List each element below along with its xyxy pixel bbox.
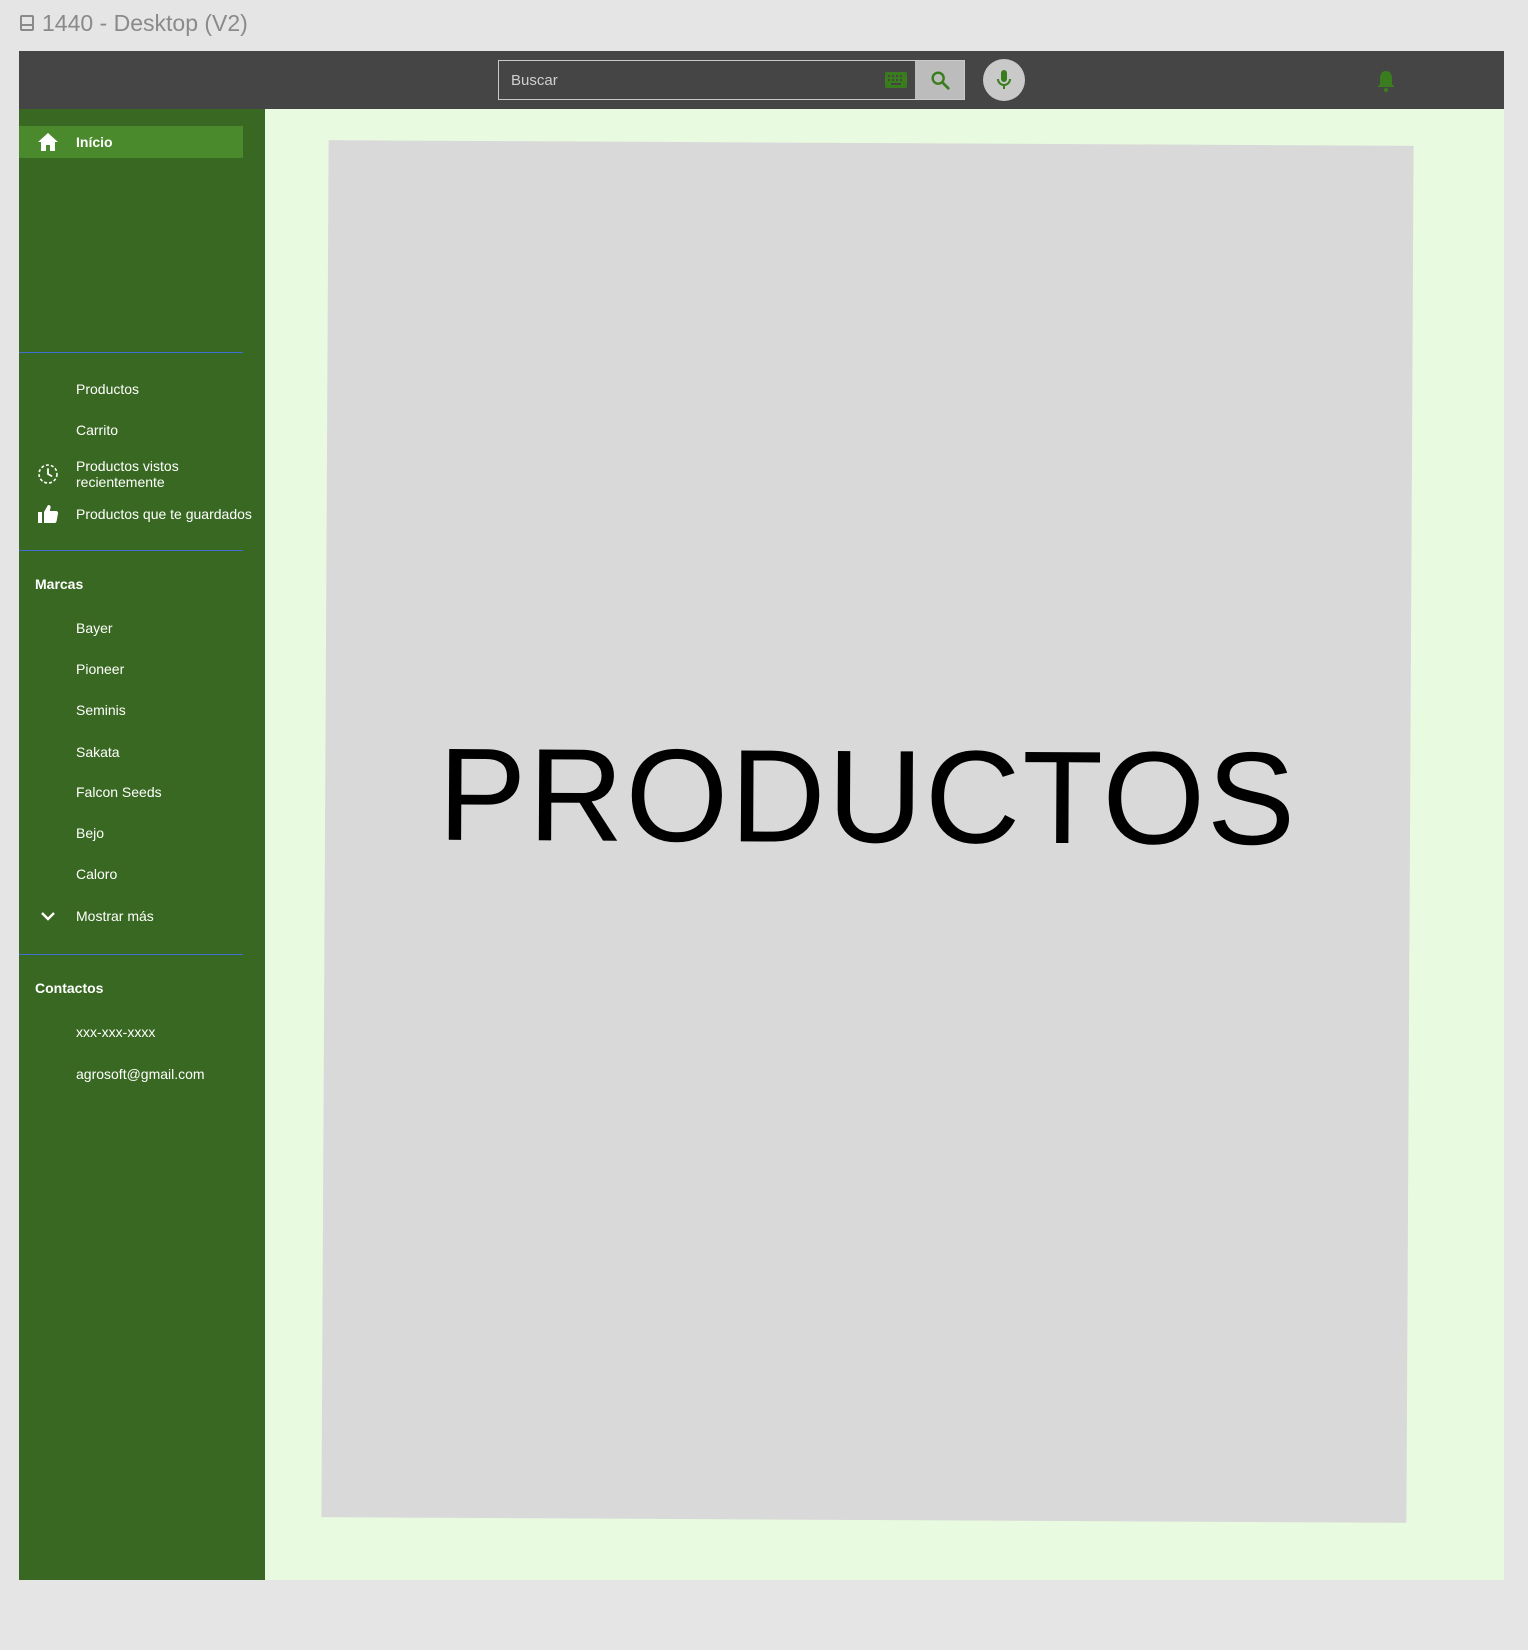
brand-label: Seminis	[76, 702, 126, 718]
bell-icon[interactable]	[1375, 69, 1397, 93]
sidebar-item-label: Productos	[76, 381, 140, 397]
brand-label: Bayer	[76, 620, 113, 636]
keyboard-icon[interactable]	[885, 72, 907, 88]
sidebar-item-home[interactable]: Início	[19, 126, 243, 158]
home-icon	[36, 130, 60, 154]
search-box	[498, 60, 965, 100]
brand-item[interactable]: Pioneer	[19, 653, 265, 685]
divider	[19, 954, 243, 955]
brand-item[interactable]: Caloro	[19, 858, 265, 890]
sidebar-item-label: Carrito	[76, 422, 119, 438]
divider	[19, 550, 243, 551]
brand-item[interactable]: Seminis	[19, 694, 265, 726]
products-placeholder-card: PRODUCTOS	[321, 140, 1414, 1523]
sidebar-item-label: Productos vistos recientemente	[76, 458, 179, 490]
brand-item[interactable]: Bejo	[19, 817, 265, 849]
main-content: PRODUCTOS	[265, 109, 1504, 1580]
sidebar-item-label: Início	[76, 134, 113, 150]
thumbs-up-icon	[36, 502, 60, 526]
contact-email[interactable]: agrosoft@gmail.com	[19, 1058, 265, 1090]
show-more-button[interactable]: Mostrar más	[19, 900, 265, 932]
frame-label: 1440 - Desktop (V2)	[20, 8, 248, 38]
sidebar-item-label: Productos que te guardados	[76, 506, 252, 522]
frame-icon	[20, 15, 34, 31]
brand-label: Pioneer	[76, 661, 125, 677]
sidebar-item-productos[interactable]: Productos	[19, 373, 265, 405]
history-icon	[36, 462, 60, 486]
brands-title: Marcas	[35, 576, 84, 592]
contact-label: xxx-xxx-xxxx	[76, 1024, 156, 1040]
brand-item[interactable]: Sakata	[19, 736, 265, 768]
voice-search-button[interactable]	[983, 59, 1025, 101]
search-button[interactable]	[915, 61, 964, 99]
brand-label: Caloro	[76, 866, 118, 882]
chevron-down-icon	[36, 904, 60, 928]
sidebar: Início Productos Carrito Productos visto…	[19, 109, 265, 1580]
contact-phone: xxx-xxx-xxxx	[19, 1016, 265, 1048]
brand-item[interactable]: Falcon Seeds	[19, 776, 265, 808]
sidebar-item-saved[interactable]: Productos que te guardados	[19, 498, 265, 530]
brand-label: Falcon Seeds	[76, 784, 162, 800]
show-more-label: Mostrar más	[76, 908, 154, 924]
sidebar-item-carrito[interactable]: Carrito	[19, 414, 265, 446]
contact-label: agrosoft@gmail.com	[76, 1066, 205, 1082]
search-icon	[930, 71, 950, 90]
contacts-title: Contactos	[35, 980, 104, 996]
brand-item[interactable]: Bayer	[19, 612, 265, 644]
divider	[19, 352, 243, 353]
desktop-frame: Início Productos Carrito Productos visto…	[19, 51, 1504, 1580]
top-bar	[19, 51, 1504, 109]
mic-icon	[997, 70, 1011, 89]
brand-label: Sakata	[76, 744, 120, 760]
sidebar-item-recent[interactable]: Productos vistos recientemente	[19, 455, 265, 493]
page-title: PRODUCTOS	[437, 720, 1298, 873]
search-input[interactable]	[499, 61, 914, 99]
brand-label: Bejo	[76, 825, 105, 841]
frame-title: 1440 - Desktop (V2)	[42, 9, 248, 36]
